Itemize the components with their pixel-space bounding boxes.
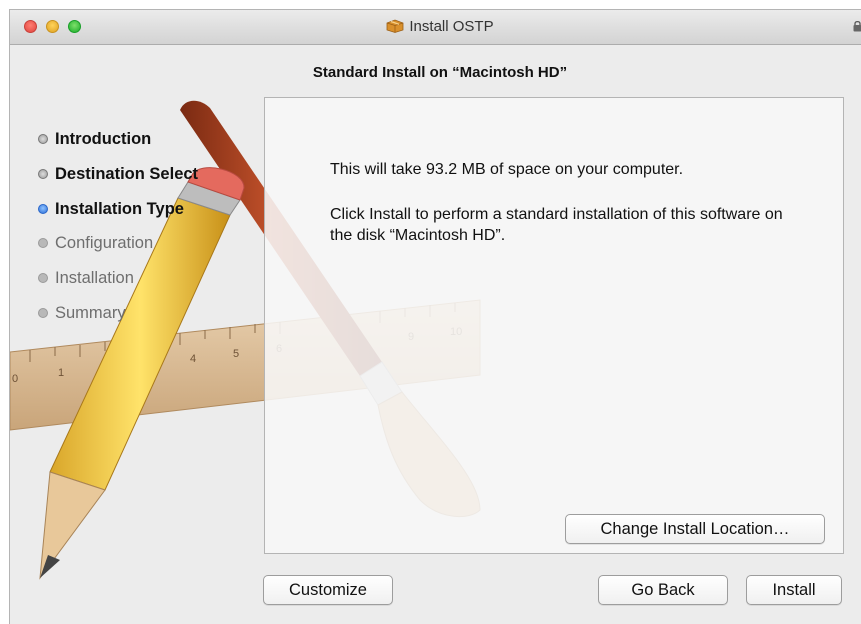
install-button[interactable]: Install [746,575,842,605]
window-title-wrap: Install OSTP [10,18,861,35]
install-description-text: Click Install to perform a standard inst… [330,204,790,246]
content-panel: This will take 93.2 MB of space on your … [264,97,844,554]
page-heading: Standard Install on “Macintosh HD” [265,64,615,81]
installer-steps: Introduction Destination Select Installa… [38,126,198,335]
ruler-number: 5 [233,348,239,360]
step-installation-type: Installation Type [38,196,198,231]
step-label: Configuration [55,234,153,252]
step-pending-bullet-icon [38,273,48,283]
go-back-button[interactable]: Go Back [598,575,728,605]
step-installation: Installation [38,265,198,300]
step-label: Installation Type [55,200,184,218]
ruler-number: 0 [12,373,18,385]
step-label: Summary [55,304,126,322]
ruler-number: 4 [190,353,196,365]
ruler-number: 1 [58,367,64,379]
package-icon [386,19,404,33]
customize-button[interactable]: Customize [263,575,393,605]
lock-icon[interactable] [853,20,861,32]
title-bar: Install OSTP [10,10,861,45]
step-introduction: Introduction [38,126,198,161]
step-configuration: Configuration [38,230,198,265]
step-label: Introduction [55,130,151,148]
step-done-bullet-icon [38,169,48,179]
step-destination-select: Destination Select [38,161,198,196]
step-pending-bullet-icon [38,308,48,318]
window-title: Install OSTP [409,18,493,35]
space-required-text: This will take 93.2 MB of space on your … [330,159,683,180]
installer-window: 0 1 4 5 6 9 10 [9,9,861,624]
step-label: Destination Select [55,165,198,183]
step-current-bullet-icon [38,204,48,214]
step-summary: Summary [38,300,198,335]
step-done-bullet-icon [38,134,48,144]
change-install-location-button[interactable]: Change Install Location… [565,514,825,544]
step-label: Installation [55,269,134,287]
step-pending-bullet-icon [38,238,48,248]
